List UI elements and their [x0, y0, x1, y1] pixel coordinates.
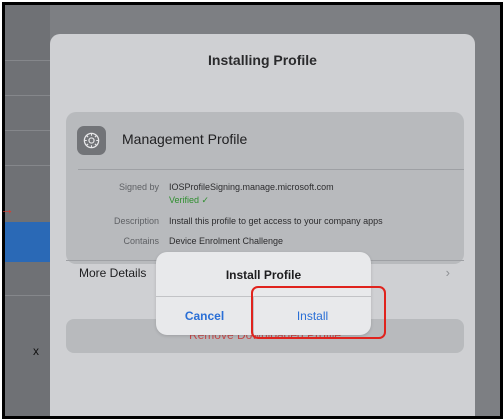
profile-name: Management Profile — [122, 131, 248, 147]
background-row-divider — [5, 165, 50, 166]
background-row-divider — [5, 130, 50, 131]
description-label: Description — [113, 216, 159, 226]
description-value: Install this profile to get access to yo… — [169, 216, 383, 226]
background-row-divider — [5, 60, 50, 61]
cancel-button[interactable]: Cancel — [156, 297, 253, 335]
contains-label: Contains — [123, 236, 159, 246]
install-highlight-box — [251, 286, 386, 339]
profile-card: Management Profile Signed by IOSProfileS… — [66, 112, 464, 280]
divider — [78, 169, 464, 170]
chevron-right-icon: › — [445, 265, 450, 280]
arrow-pointer-icon: → — [0, 201, 14, 217]
background-x-text: x — [33, 344, 39, 358]
contains-value: Device Enrolment Challenge — [169, 236, 284, 246]
more-details-link[interactable]: More Details — [79, 266, 146, 280]
background-selected-row — [5, 222, 50, 262]
signed-by-value: IOSProfileSigning.manage.microsoft.com — [169, 182, 334, 192]
screenshot-frame: x Installing Profile Management Profile … — [2, 2, 503, 419]
signed-by-label: Signed by — [118, 182, 159, 192]
background-row-divider — [5, 95, 50, 96]
sheet-title: Installing Profile — [208, 52, 317, 68]
alert-title: Install Profile — [225, 268, 302, 282]
gear-icon — [77, 126, 106, 155]
background-row-divider — [5, 295, 50, 296]
installing-profile-sheet: Installing Profile Management Profile Si… — [50, 34, 475, 416]
verified-badge: Verified ✓ — [169, 195, 210, 205]
